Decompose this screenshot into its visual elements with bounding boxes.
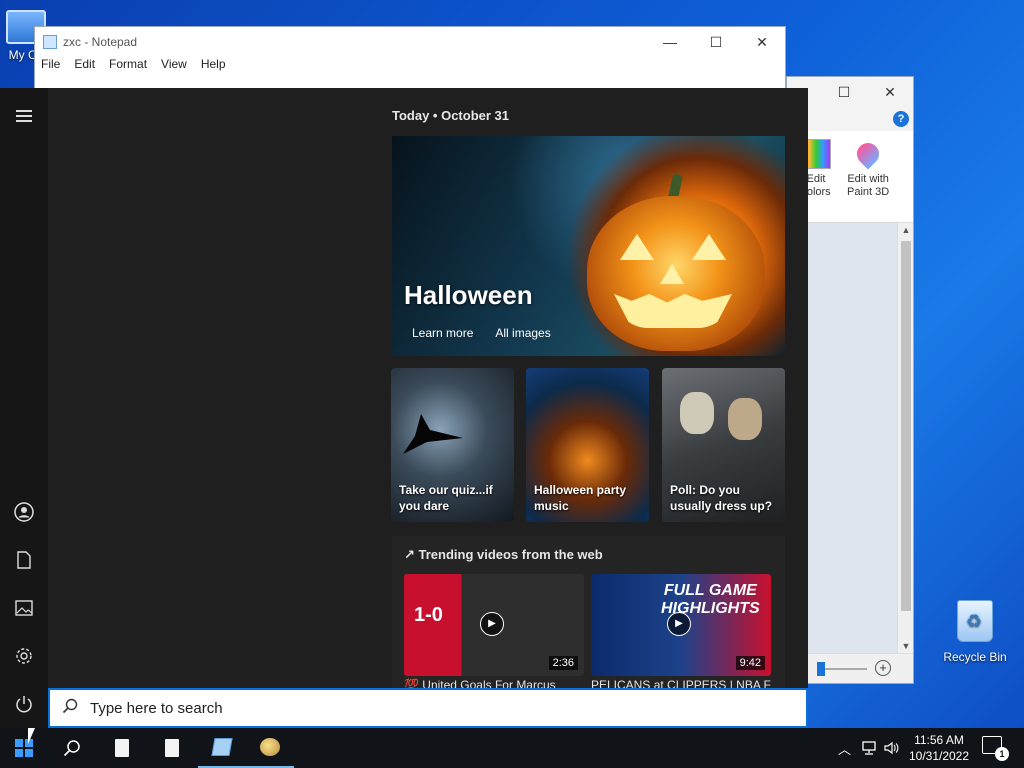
search-icon: [50, 698, 90, 719]
menu-edit[interactable]: Edit: [74, 57, 95, 77]
start-menu-panel: Today • October 31 Halloween Learn more …: [48, 88, 808, 728]
witch-image: [403, 414, 463, 454]
taskbar: ︿ 11:56 AM 10/31/2022 1: [0, 728, 1024, 768]
maximize-button[interactable]: ☐: [693, 34, 739, 51]
trending-title: ↗ Trending videos from the web: [404, 547, 603, 562]
minimize-button[interactable]: —: [647, 34, 693, 51]
file-icon: [115, 739, 129, 757]
card-quiz[interactable]: Take our quiz...if you dare: [391, 368, 514, 522]
chevron-up-icon[interactable]: ︿: [838, 728, 851, 768]
video-thumbnail-pelicans[interactable]: FULL GAME HIGHLIGHTS ▶ 9:42: [591, 574, 771, 676]
paint3d-icon: [852, 138, 884, 170]
menu-bar: File Edit Format View Help: [35, 57, 785, 77]
menu-help[interactable]: Help: [201, 57, 226, 77]
menu-view[interactable]: View: [161, 57, 187, 77]
start-button[interactable]: [0, 728, 48, 768]
clock-date: 10/31/2022: [908, 749, 970, 763]
hero-card-halloween[interactable]: Halloween Learn more All images: [392, 136, 785, 356]
menu-icon[interactable]: [0, 94, 48, 138]
card-poll[interactable]: Poll: Do you usually dress up?: [662, 368, 785, 522]
play-icon[interactable]: ▶: [667, 612, 691, 636]
search-box[interactable]: [48, 688, 808, 728]
help-icon[interactable]: ?: [893, 111, 909, 127]
vertical-scrollbar[interactable]: ▲ ▼: [897, 223, 913, 653]
notepad-icon: [211, 738, 233, 756]
menu-file[interactable]: File: [41, 57, 60, 77]
power-icon[interactable]: [0, 682, 48, 726]
costume-face-image: [728, 398, 762, 440]
taskbar-file-1[interactable]: [98, 728, 146, 768]
card-caption: Halloween party music: [534, 483, 627, 513]
video-duration: 9:42: [735, 656, 765, 670]
play-icon[interactable]: ▶: [480, 612, 504, 636]
zoom-in-icon[interactable]: +: [875, 660, 891, 676]
learn-more-link[interactable]: Learn more: [412, 326, 473, 340]
edit-with-paint3d-button[interactable]: Edit with Paint 3D: [847, 138, 890, 199]
menu-format[interactable]: Format: [109, 57, 147, 77]
search-button[interactable]: [48, 728, 96, 768]
scroll-down-icon[interactable]: ▼: [898, 641, 914, 651]
search-input[interactable]: [90, 699, 770, 717]
scroll-up-icon[interactable]: ▲: [898, 225, 914, 235]
score-graphic: 1-0: [414, 604, 443, 626]
taskbar-notepad[interactable]: [198, 728, 246, 768]
window-title: zxc - Notepad: [63, 35, 138, 49]
all-images-link[interactable]: All images: [495, 326, 550, 340]
clock-time: 11:56 AM: [914, 733, 964, 747]
recycle-bin-icon: ♻: [957, 600, 993, 642]
card-caption: Take our quiz...if you dare: [399, 483, 493, 513]
notification-count: 1: [995, 747, 1009, 761]
notepad-icon: [43, 35, 57, 49]
video-thumbnail-united[interactable]: 1-0 ▶ 2:36: [404, 574, 584, 676]
paint-canvas[interactable]: [807, 223, 899, 653]
maximize-button[interactable]: ☐: [821, 84, 867, 101]
settings-icon[interactable]: [0, 634, 48, 678]
scrollbar-thumb[interactable]: [901, 241, 911, 611]
start-menu-rail: [0, 88, 48, 728]
zoom-slider-knob[interactable]: [817, 662, 825, 676]
hero-title: Halloween: [404, 280, 533, 310]
today-header: Today • October 31: [392, 108, 510, 123]
desktop-icon-recycle-bin[interactable]: ♻ Recycle Bin: [939, 600, 1011, 664]
taskbar-file-2[interactable]: [148, 728, 196, 768]
notepad-titlebar[interactable]: zxc - Notepad — ☐ ✕: [35, 27, 785, 57]
volume-icon[interactable]: [884, 728, 900, 768]
card-party-music[interactable]: Halloween party music: [526, 368, 649, 522]
close-button[interactable]: ✕: [739, 34, 785, 51]
edit-with-paint3d-label: Edit with Paint 3D: [847, 173, 890, 198]
search-icon: [63, 740, 80, 757]
network-icon[interactable]: [862, 728, 880, 768]
card-caption: Poll: Do you usually dress up?: [670, 483, 773, 513]
close-button[interactable]: ✕: [867, 84, 913, 101]
pictures-icon[interactable]: [0, 586, 48, 630]
notification-icon[interactable]: 1: [982, 736, 1009, 761]
desktop-icon-label: Recycle Bin: [943, 650, 1007, 664]
file-icon: [165, 739, 179, 757]
user-icon[interactable]: [0, 490, 48, 534]
document-icon[interactable]: [0, 538, 48, 582]
costume-face-image: [680, 392, 714, 434]
paint-icon: [260, 738, 280, 756]
taskbar-paint[interactable]: [246, 728, 294, 768]
video-duration: 2:36: [548, 656, 578, 670]
mouse-cursor: [28, 728, 35, 744]
system-clock[interactable]: 11:56 AM 10/31/2022: [904, 732, 974, 764]
